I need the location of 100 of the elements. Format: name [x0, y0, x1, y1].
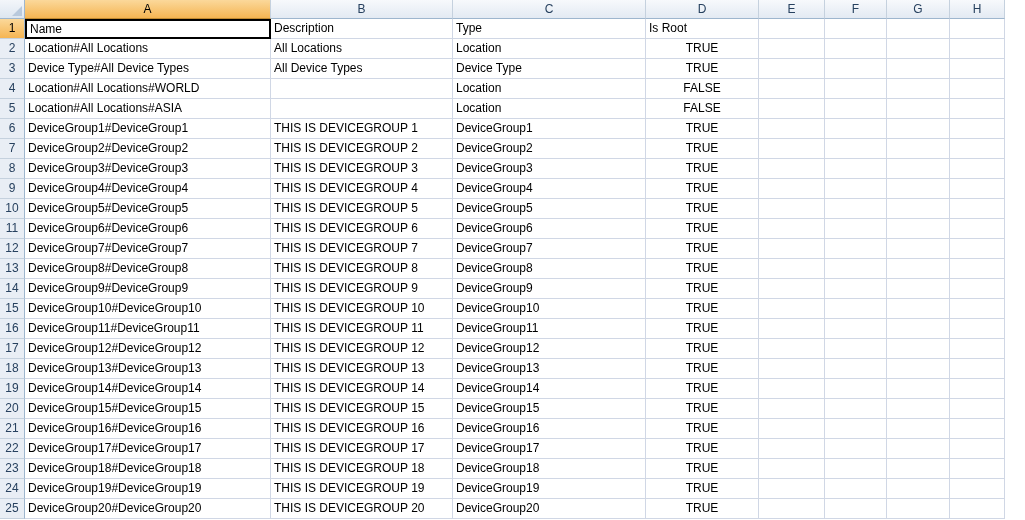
triangle-icon	[12, 6, 22, 16]
table-cell: DeviceGroup17#DeviceGroup17	[25, 439, 271, 459]
table-cell	[825, 299, 887, 319]
table-cell	[825, 219, 887, 239]
row-header[interactable]: 23	[0, 459, 25, 479]
table-cell: TRUE	[646, 499, 759, 519]
row-header[interactable]: 9	[0, 179, 25, 199]
table-cell	[759, 239, 825, 259]
table-cell: DeviceGroup20#DeviceGroup20	[25, 499, 271, 519]
table-cell: All Locations	[271, 39, 453, 59]
table-cell: DeviceGroup1#DeviceGroup1	[25, 119, 271, 139]
column-header[interactable]: C	[453, 0, 646, 19]
table-cell: DeviceGroup9	[453, 279, 646, 299]
row-header[interactable]: 11	[0, 219, 25, 239]
row-header[interactable]: 24	[0, 479, 25, 499]
table-cell: Location#All Locations#WORLD	[25, 79, 271, 99]
table-cell: All Device Types	[271, 59, 453, 79]
row-header[interactable]: 10	[0, 199, 25, 219]
table-cell	[759, 439, 825, 459]
row-header[interactable]: 5	[0, 99, 25, 119]
table-cell: DeviceGroup11#DeviceGroup11	[25, 319, 271, 339]
table-cell	[887, 299, 950, 319]
row-header[interactable]: 7	[0, 139, 25, 159]
table-cell: DeviceGroup15#DeviceGroup15	[25, 399, 271, 419]
column-header[interactable]: E	[759, 0, 825, 19]
row-header[interactable]: 6	[0, 119, 25, 139]
table-cell: Type	[453, 19, 646, 39]
row-header[interactable]: 14	[0, 279, 25, 299]
table-cell	[825, 119, 887, 139]
row-header[interactable]: 4	[0, 79, 25, 99]
column-header[interactable]: A	[25, 0, 271, 19]
table-cell	[759, 39, 825, 59]
table-cell	[825, 99, 887, 119]
table-cell	[887, 339, 950, 359]
table-cell	[759, 299, 825, 319]
row-header[interactable]: 19	[0, 379, 25, 399]
table-cell: DeviceGroup12	[453, 339, 646, 359]
table-cell	[759, 159, 825, 179]
row-header[interactable]: 12	[0, 239, 25, 259]
row-header[interactable]: 2	[0, 39, 25, 59]
table-cell: DeviceGroup18#DeviceGroup18	[25, 459, 271, 479]
table-cell	[825, 239, 887, 259]
table-cell: THIS IS DEVICEGROUP 7	[271, 239, 453, 259]
table-cell	[887, 359, 950, 379]
table-cell: THIS IS DEVICEGROUP 15	[271, 399, 453, 419]
table-cell	[887, 19, 950, 39]
table-cell	[825, 499, 887, 519]
table-cell: THIS IS DEVICEGROUP 18	[271, 459, 453, 479]
row-header[interactable]: 20	[0, 399, 25, 419]
table-cell: THIS IS DEVICEGROUP 12	[271, 339, 453, 359]
row-header[interactable]: 22	[0, 439, 25, 459]
table-cell	[887, 479, 950, 499]
table-cell	[825, 459, 887, 479]
table-cell	[887, 219, 950, 239]
table-cell: TRUE	[646, 359, 759, 379]
table-cell: THIS IS DEVICEGROUP 6	[271, 219, 453, 239]
table-cell: DeviceGroup20	[453, 499, 646, 519]
table-cell	[759, 339, 825, 359]
table-cell: DeviceGroup4	[453, 179, 646, 199]
table-cell	[887, 439, 950, 459]
row-header[interactable]: 13	[0, 259, 25, 279]
row-header[interactable]: 21	[0, 419, 25, 439]
row-header[interactable]: 3	[0, 59, 25, 79]
column-header[interactable]: B	[271, 0, 453, 19]
table-cell: DeviceGroup7	[453, 239, 646, 259]
table-cell: DeviceGroup15	[453, 399, 646, 419]
table-cell: THIS IS DEVICEGROUP 16	[271, 419, 453, 439]
table-cell	[825, 19, 887, 39]
table-cell	[759, 259, 825, 279]
table-cell: DeviceGroup6#DeviceGroup6	[25, 219, 271, 239]
column-header[interactable]: H	[950, 0, 1005, 19]
table-cell	[887, 239, 950, 259]
table-cell: DeviceGroup8	[453, 259, 646, 279]
table-cell: THIS IS DEVICEGROUP 19	[271, 479, 453, 499]
row-header[interactable]: 25	[0, 499, 25, 519]
table-cell: Device Type	[453, 59, 646, 79]
table-cell	[825, 199, 887, 219]
row-header[interactable]: 16	[0, 319, 25, 339]
column-header[interactable]: G	[887, 0, 950, 19]
row-header[interactable]: 8	[0, 159, 25, 179]
table-cell	[759, 79, 825, 99]
table-cell: THIS IS DEVICEGROUP 2	[271, 139, 453, 159]
table-cell	[887, 159, 950, 179]
row-header[interactable]: 18	[0, 359, 25, 379]
column-header[interactable]: F	[825, 0, 887, 19]
row-header[interactable]: 15	[0, 299, 25, 319]
table-cell: THIS IS DEVICEGROUP 17	[271, 439, 453, 459]
row-header[interactable]: 17	[0, 339, 25, 359]
table-cell: DeviceGroup10#DeviceGroup10	[25, 299, 271, 319]
table-cell	[887, 199, 950, 219]
select-all-button[interactable]	[0, 0, 25, 19]
table-cell: TRUE	[646, 459, 759, 479]
table-cell	[825, 159, 887, 179]
table-cell: DeviceGroup2	[453, 139, 646, 159]
table-cell: THIS IS DEVICEGROUP 1	[271, 119, 453, 139]
row-header[interactable]: 1	[0, 19, 25, 39]
table-cell: THIS IS DEVICEGROUP 8	[271, 259, 453, 279]
table-cell	[887, 39, 950, 59]
column-header[interactable]: D	[646, 0, 759, 19]
table-cell: TRUE	[646, 179, 759, 199]
